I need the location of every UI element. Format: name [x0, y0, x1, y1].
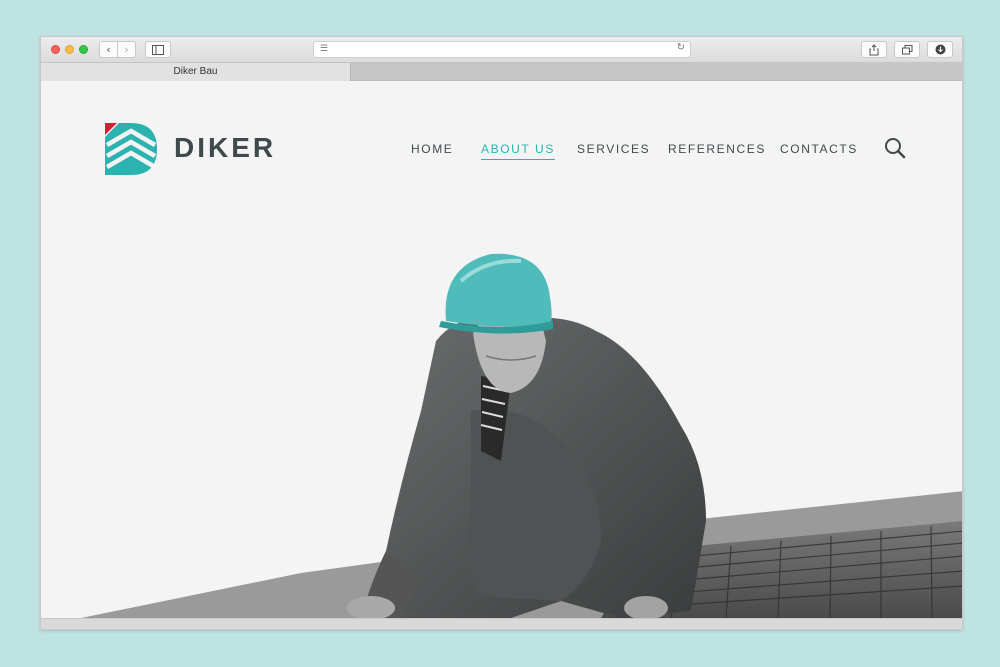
maximize-icon[interactable] — [79, 45, 88, 54]
tab-diker-bau[interactable]: Diker Bau — [41, 63, 351, 81]
chevron-left-icon: ‹ — [106, 43, 111, 56]
forward-button[interactable]: › — [117, 41, 136, 58]
share-icon — [869, 44, 879, 56]
diker-logo-icon[interactable] — [105, 123, 157, 175]
address-bar[interactable]: ☰ ↻ — [313, 41, 691, 58]
close-icon[interactable] — [51, 45, 60, 54]
tab-bar: Diker Bau — [41, 63, 962, 81]
nav-services[interactable]: SERVICES — [577, 142, 650, 159]
back-button[interactable]: ‹ — [99, 41, 118, 58]
download-button[interactable] — [927, 41, 953, 58]
menu-lines-icon[interactable]: ☰ — [320, 43, 328, 54]
web-page: DIKER HOME ABOUT US SERVICES REFERENCES … — [41, 81, 962, 618]
reload-icon[interactable]: ↻ — [677, 42, 685, 53]
chevron-right-icon: › — [124, 43, 129, 56]
status-bar — [41, 618, 962, 629]
nav-home[interactable]: HOME — [411, 142, 453, 159]
search-icon[interactable] — [884, 137, 906, 159]
share-button[interactable] — [861, 41, 887, 58]
nav-contacts[interactable]: CONTACTS — [780, 142, 858, 159]
sidebar-icon — [152, 45, 164, 55]
tabs-button[interactable] — [894, 41, 920, 58]
browser-window: ‹ › ☰ ↻ Diker Bau DIKER HOME ABOUT US SE… — [40, 36, 963, 630]
nav-about-us[interactable]: ABOUT US — [481, 142, 555, 160]
sidebar-button[interactable] — [145, 41, 171, 58]
nav-references[interactable]: REFERENCES — [668, 142, 766, 159]
brand-name[interactable]: DIKER — [174, 132, 276, 164]
download-icon — [935, 44, 945, 55]
tabs-icon — [901, 45, 912, 55]
browser-toolbar: ‹ › ☰ ↻ — [41, 37, 962, 63]
minimize-icon[interactable] — [65, 45, 74, 54]
